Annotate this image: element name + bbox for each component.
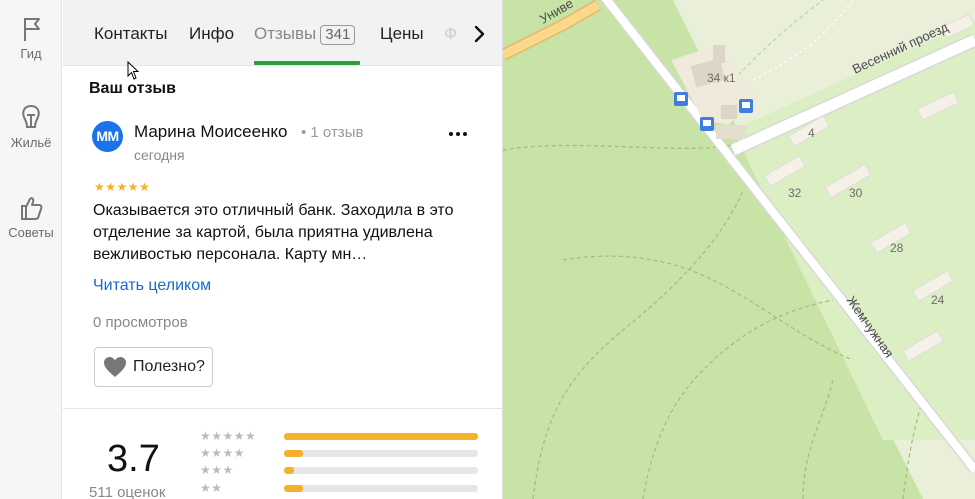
more-dots-icon[interactable] bbox=[446, 124, 470, 144]
tab-photos[interactable]: Ф bbox=[444, 24, 457, 44]
review-author[interactable]: Марина Моисеенко bbox=[134, 122, 288, 142]
author-review-count: • 1 отзыв bbox=[301, 124, 364, 141]
rating-bar-fill bbox=[284, 467, 294, 474]
tab-reviews[interactable]: Отзывы 341 bbox=[254, 24, 356, 45]
review-rating-stars: ★★★★★ bbox=[94, 180, 151, 194]
tab-contacts[interactable]: Контакты bbox=[94, 24, 167, 44]
review-date: сегодня bbox=[134, 147, 185, 163]
building-label: 28 bbox=[890, 241, 904, 255]
rating-bar-fill bbox=[284, 450, 304, 457]
your-review-title: Ваш отзыв bbox=[89, 80, 176, 97]
map-view[interactable]: 34 к1 4 32 30 28 24 Весенний проезд Жемч… bbox=[503, 0, 975, 499]
rail-label-housing: Жильё bbox=[10, 135, 52, 150]
rating-bar-track bbox=[284, 467, 478, 474]
place-panel: Контакты Инфо Отзывы 341 Цены Ф Ваш отзыв… bbox=[63, 0, 503, 499]
thumbs-up-icon bbox=[21, 197, 43, 220]
rating-bar-track bbox=[284, 433, 478, 440]
avatar[interactable]: MM bbox=[92, 121, 123, 152]
left-rail: Гид Жильё Советы bbox=[0, 0, 62, 499]
rating-bar-stars: ★★ bbox=[200, 481, 223, 495]
chevron-right-icon[interactable] bbox=[467, 22, 491, 46]
rail-item-guide[interactable]: Гид bbox=[0, 14, 62, 61]
rating-bar-stars: ★★★ bbox=[200, 463, 234, 477]
useful-button[interactable]: Полезно? bbox=[94, 347, 213, 387]
rail-label-tips: Советы bbox=[8, 225, 54, 240]
rating-bar-track bbox=[284, 450, 478, 457]
house-icon bbox=[22, 104, 40, 128]
building-label: 32 bbox=[788, 186, 802, 200]
rating-bar-stars: ★★★★★ bbox=[200, 429, 257, 443]
bus-stop-icon[interactable] bbox=[700, 117, 714, 131]
read-more-link[interactable]: Читать целиком bbox=[93, 277, 211, 295]
building bbox=[713, 45, 725, 63]
building bbox=[716, 125, 746, 139]
useful-label: Полезно? bbox=[133, 358, 205, 375]
rail-item-tips[interactable]: Советы bbox=[0, 193, 62, 240]
rating-bar-stars: ★★★★ bbox=[200, 446, 246, 460]
overall-rating: 3.7 bbox=[107, 438, 160, 480]
ratings-count: 511 оценок bbox=[89, 484, 166, 499]
tab-prices[interactable]: Цены bbox=[380, 24, 424, 44]
rating-bar-fill bbox=[284, 485, 304, 492]
tab-bar: Контакты Инфо Отзывы 341 Цены Ф bbox=[63, 0, 502, 66]
rail-label-guide: Гид bbox=[20, 46, 42, 61]
tab-reviews-label: Отзывы bbox=[254, 24, 317, 43]
building-label: 4 bbox=[808, 126, 815, 140]
map-canvas[interactable]: 34 к1 4 32 30 28 24 Весенний проезд Жемч… bbox=[503, 0, 975, 499]
flag-icon bbox=[24, 18, 40, 41]
building-label: 34 к1 bbox=[707, 71, 736, 85]
rail-item-housing[interactable]: Жильё bbox=[0, 103, 62, 150]
building bbox=[721, 105, 737, 119]
building-label: 30 bbox=[849, 186, 863, 200]
bus-stop-icon[interactable] bbox=[674, 92, 688, 106]
tab-info[interactable]: Инфо bbox=[189, 24, 234, 44]
building-label: 24 bbox=[931, 293, 945, 307]
rating-bar-fill bbox=[284, 433, 478, 440]
review-views: 0 просмотров bbox=[93, 314, 188, 331]
review-text: Оказывается это отличный банк. Заходила … bbox=[93, 202, 454, 263]
tab-reviews-count: 341 bbox=[320, 25, 356, 45]
rating-bar-track bbox=[284, 485, 478, 492]
heart-icon bbox=[104, 357, 126, 377]
bus-stop-icon[interactable] bbox=[739, 99, 753, 113]
active-tab-indicator bbox=[254, 61, 360, 65]
section-divider bbox=[63, 408, 502, 409]
